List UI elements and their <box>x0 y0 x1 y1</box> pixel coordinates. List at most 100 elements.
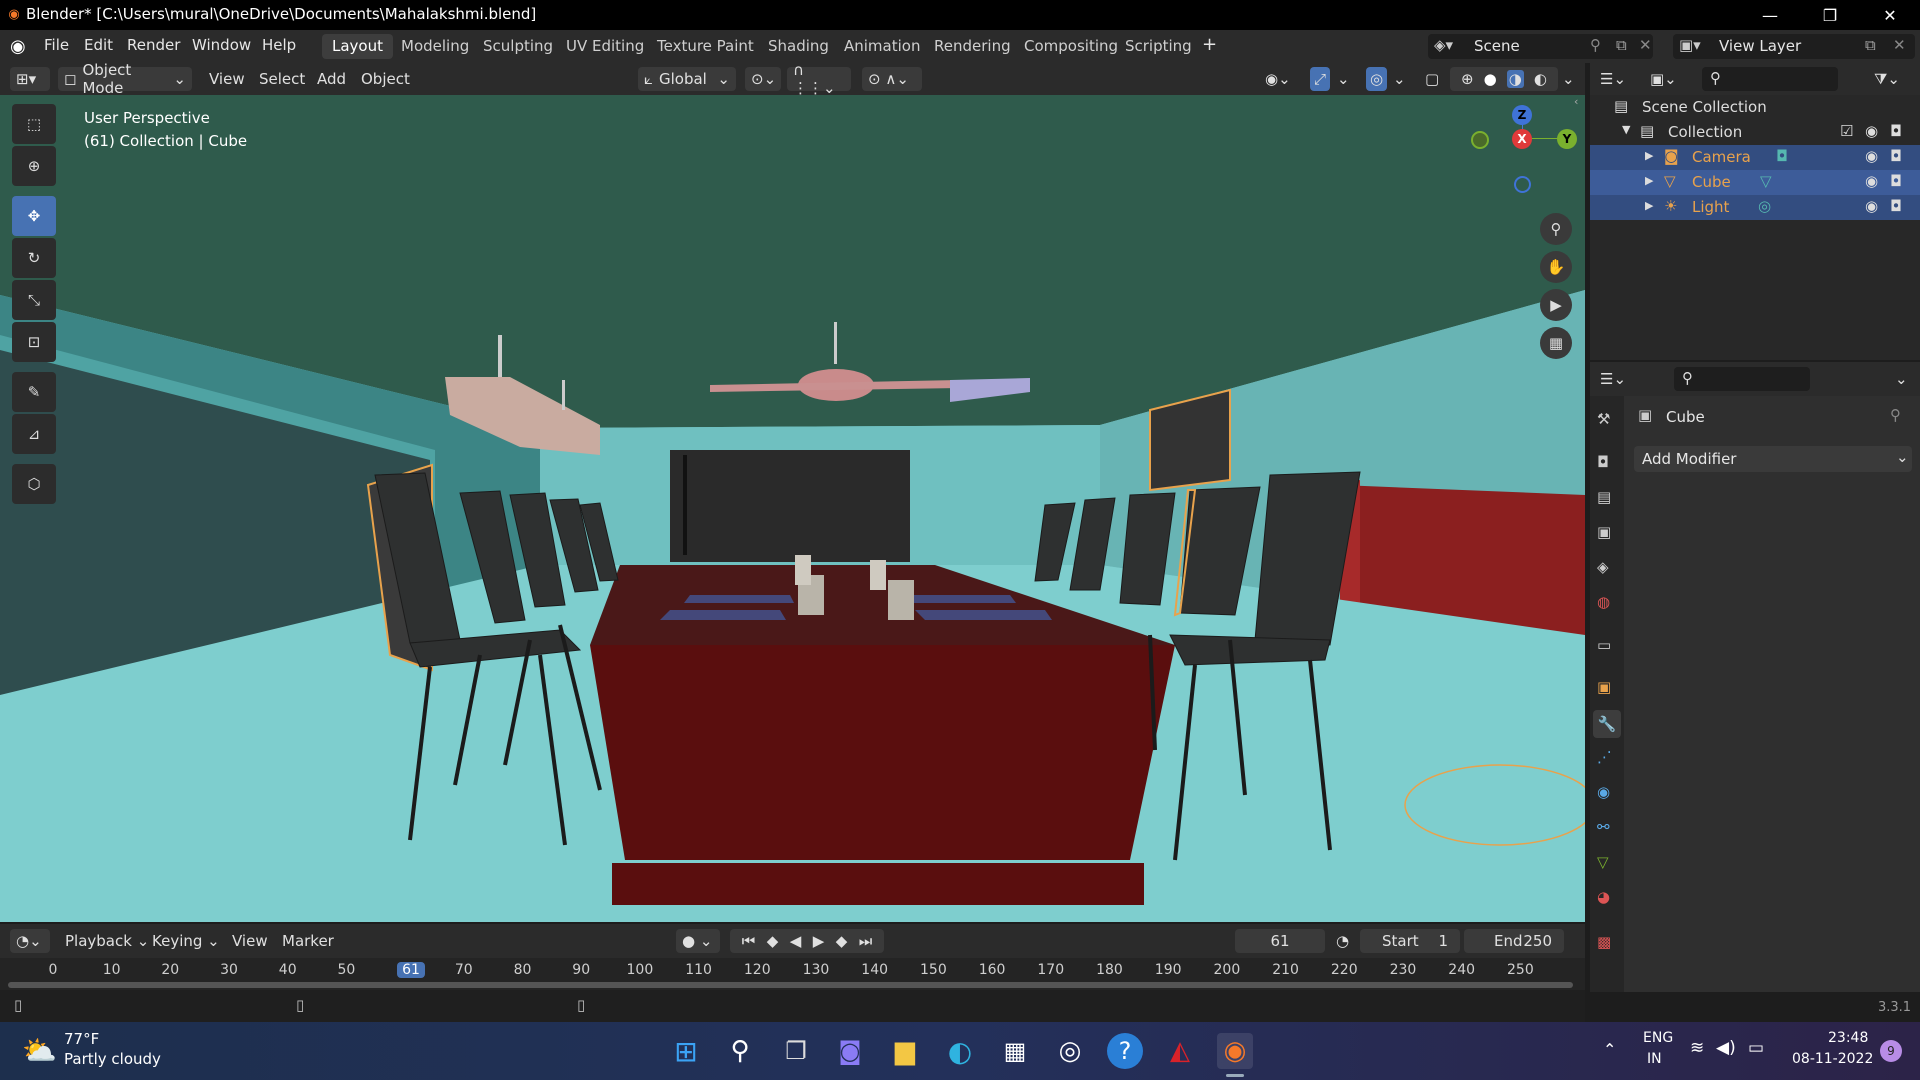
expand-icon[interactable]: ▼ <box>1622 123 1630 136</box>
constraints-tab-icon[interactable]: ⚯ <box>1597 818 1610 836</box>
gizmo-x-axis[interactable]: X <box>1512 129 1532 149</box>
tab-layout[interactable]: Layout <box>322 34 393 59</box>
jump-start-icon[interactable]: ⏮ <box>742 932 756 950</box>
timeline-scrollbar[interactable] <box>8 982 1573 988</box>
volume-icon[interactable]: ◀) <box>1716 1038 1736 1058</box>
wireframe-shading-icon[interactable]: ⊕ <box>1461 70 1474 88</box>
measure-tool[interactable]: ⊿ <box>12 414 56 454</box>
grid-view-icon[interactable]: ▦ <box>1540 327 1572 359</box>
weather-temp[interactable]: 77°F <box>64 1030 99 1048</box>
vp-menu-add[interactable]: Add <box>317 67 346 91</box>
particles-tab-icon[interactable]: ⋰ <box>1597 748 1612 766</box>
expand-icon[interactable]: ▶ <box>1645 174 1653 187</box>
app-icon[interactable]: ◎ <box>1052 1033 1088 1069</box>
play-reverse-icon[interactable]: ◀ <box>790 932 802 950</box>
texture-tab-icon[interactable]: ▩ <box>1597 933 1611 951</box>
jump-end-icon[interactable]: ⏭ <box>859 932 873 950</box>
tool-tab-icon[interactable]: ⚒ <box>1597 410 1610 428</box>
world-tab-icon[interactable]: ◍ <box>1597 593 1610 611</box>
xray-toggle[interactable]: ▢ <box>1425 67 1439 91</box>
tab-rendering[interactable]: Rendering <box>924 34 1021 59</box>
lang-in[interactable]: IN <box>1647 1051 1662 1067</box>
sidebar-toggle-icon[interactable]: ‹ <box>1574 95 1585 115</box>
blender-menu-icon[interactable]: ◉ <box>10 36 26 57</box>
start-frame-field[interactable]: Start 1 <box>1360 929 1460 953</box>
zoom-icon[interactable]: ⚲ <box>1540 213 1572 245</box>
teams-chat-icon[interactable]: ◙ <box>832 1033 868 1069</box>
preview-range-icon[interactable]: ◔ <box>1336 929 1349 953</box>
filter-button[interactable]: ⧩⌄ <box>1874 67 1900 91</box>
pan-hand-icon[interactable]: ✋ <box>1540 251 1572 283</box>
gizmo-z-axis[interactable]: Z <box>1512 105 1532 125</box>
timeline-menu-keying[interactable]: Keying ⌄ <box>152 929 220 953</box>
camera-render-icon[interactable]: ◘ <box>1890 147 1902 165</box>
transform-orientation-dropdown[interactable]: ⟀ Global ⌄ <box>638 67 736 91</box>
pin-icon[interactable]: ⚲ <box>1590 36 1601 54</box>
move-tool[interactable]: ✥ <box>12 196 56 236</box>
timeline-menu-view[interactable]: View <box>232 929 268 953</box>
data-tab-icon[interactable]: ▽ <box>1597 853 1609 871</box>
edge-browser-icon[interactable]: ◐ <box>942 1033 978 1069</box>
new-view-layer-icon[interactable]: ⧉ <box>1865 36 1876 54</box>
view-layer-tab-icon[interactable]: ▣ <box>1597 523 1611 541</box>
tab-compositing[interactable]: Compositing <box>1014 34 1128 59</box>
gizmo-toggle[interactable]: ⤢ <box>1310 67 1331 91</box>
microsoft-store-icon[interactable]: ▦ <box>997 1033 1033 1069</box>
pivot-point-button[interactable]: ⊙⌄ <box>745 67 781 91</box>
timeline-ruler[interactable]: 0 10 20 30 40 50 61 70 80 90 100 110 120 130 140 150 160… <box>0 958 1585 990</box>
3d-viewport[interactable]: User Perspective (61) Collection | Cube … <box>0 95 1585 922</box>
remove-view-layer-icon[interactable]: ✕ <box>1893 36 1906 54</box>
navigation-gizmo[interactable]: Z X Y <box>1465 105 1580 205</box>
gizmo-neg-y[interactable] <box>1471 131 1489 149</box>
eye-icon[interactable]: ◉ <box>1865 172 1878 190</box>
file-explorer-icon[interactable]: ▆ <box>887 1033 923 1069</box>
outliner-search-input[interactable]: ⚲ <box>1702 67 1838 91</box>
transform-tool[interactable]: ⊡ <box>12 322 56 362</box>
wifi-icon[interactable]: ≋ <box>1690 1038 1704 1058</box>
timeline-menu-marker[interactable]: Marker <box>282 929 334 953</box>
search-icon[interactable]: ⚲ <box>722 1033 758 1069</box>
properties-options[interactable]: ⌄ <box>1895 367 1908 391</box>
expand-icon[interactable]: ▶ <box>1645 199 1653 212</box>
checkbox-icon[interactable]: ☑ <box>1840 122 1853 140</box>
scale-tool[interactable]: ⤡ <box>12 280 56 320</box>
timeline-editor-type[interactable]: ◔⌄ <box>10 929 50 953</box>
mcafee-icon[interactable]: ◭ <box>1162 1033 1198 1069</box>
clock-time[interactable]: 23:48 <box>1828 1030 1868 1046</box>
overlay-toggle[interactable]: ◎ <box>1366 67 1388 91</box>
add-cube-tool[interactable]: ⬡ <box>12 464 56 504</box>
tree-row-cube[interactable]: ▶ ▽ Cube ▽ ◉ ◘ <box>1590 170 1920 195</box>
select-box-tool[interactable]: ⬚ <box>12 104 56 144</box>
auto-keying-button[interactable]: ● ⌄ <box>676 929 720 953</box>
properties-search-input[interactable]: ⚲ <box>1674 367 1810 391</box>
editor-type-button[interactable]: ⊞▾ <box>10 67 50 91</box>
tab-texture-paint[interactable]: Texture Paint <box>647 34 764 59</box>
vp-menu-view[interactable]: View <box>209 67 245 91</box>
weather-icon[interactable]: ⛅ <box>22 1034 57 1067</box>
help-icon[interactable]: ? <box>1107 1033 1143 1069</box>
material-tab-icon[interactable]: ◕ <box>1597 888 1610 906</box>
menu-file[interactable]: File <box>44 36 69 54</box>
camera-view-icon[interactable]: ▶ <box>1540 289 1572 321</box>
next-keyframe-icon[interactable]: ◆ <box>836 932 848 950</box>
tray-chevron-up-icon[interactable]: ⌃ <box>1603 1040 1616 1059</box>
vp-menu-select[interactable]: Select <box>259 67 305 91</box>
tab-scripting[interactable]: Scripting <box>1115 34 1202 59</box>
play-icon[interactable]: ▶ <box>813 932 825 950</box>
menu-edit[interactable]: Edit <box>84 36 113 54</box>
blender-taskbar-icon[interactable]: ◉ <box>1217 1033 1253 1069</box>
tab-shading[interactable]: Shading <box>758 34 839 59</box>
expand-icon[interactable]: ▶ <box>1645 149 1653 162</box>
visibility-dropdown[interactable]: ◉⌄ <box>1265 67 1291 91</box>
maximize-button[interactable]: ❐ <box>1800 0 1860 30</box>
notification-badge[interactable]: 9 <box>1880 1040 1902 1062</box>
rotate-tool[interactable]: ↻ <box>12 238 56 278</box>
snap-button[interactable]: ∩ ⋮⋮⌄ <box>787 61 851 97</box>
start-windows-icon[interactable]: ⊞ <box>668 1033 704 1069</box>
tree-row-light[interactable]: ▶ ☀ Light ◎ ◉ ◘ <box>1590 195 1920 220</box>
outliner-editor-type[interactable]: ☰⌄ <box>1600 67 1626 91</box>
remove-scene-icon[interactable]: ✕ <box>1639 36 1652 54</box>
vp-menu-object[interactable]: Object <box>361 67 410 91</box>
menu-help[interactable]: Help <box>262 36 296 54</box>
annotate-tool[interactable]: ✎ <box>12 372 56 412</box>
